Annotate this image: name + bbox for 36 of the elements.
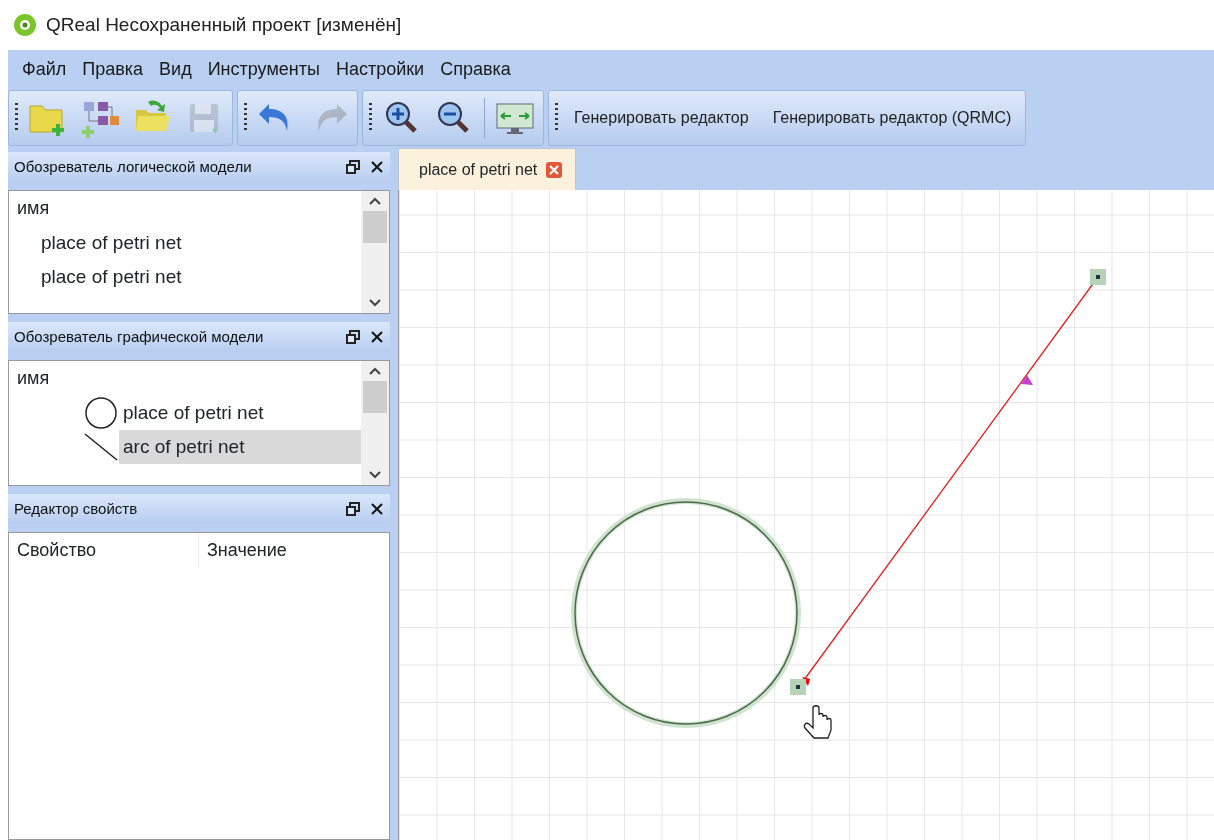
menu-item[interactable]: Правка	[74, 51, 152, 87]
float-icon[interactable]	[346, 330, 360, 344]
close-icon[interactable]	[370, 502, 384, 516]
tree-item[interactable]: arc of petri net	[119, 430, 361, 464]
app-logo-icon	[12, 12, 38, 38]
scroll-thumb[interactable]	[363, 381, 387, 413]
tree-item[interactable]: place of petri net	[17, 226, 361, 260]
circle-icon	[83, 396, 119, 430]
editor-tab[interactable]: place of petri net	[398, 148, 577, 190]
window-title: QReal Несохраненный проект [изменён]	[46, 12, 402, 37]
menu-item[interactable]: Настройки	[327, 51, 433, 87]
scroll-thumb[interactable]	[363, 211, 387, 243]
scrollbar[interactable]	[361, 191, 389, 313]
hand-cursor-icon	[803, 705, 832, 739]
panel-title: Обозреватель логической модели	[14, 156, 253, 177]
panel-title: Редактор свойств	[14, 498, 139, 519]
panel-title: Обозреватель графической модели	[14, 326, 265, 347]
column-header: имя	[16, 367, 51, 390]
menu-item[interactable]: Вид	[151, 51, 200, 87]
tree-item[interactable]: place of petri net	[119, 396, 361, 430]
menu-item[interactable]: Инструменты	[199, 51, 328, 87]
float-icon[interactable]	[346, 502, 360, 516]
place-node[interactable]	[571, 498, 801, 728]
close-icon[interactable]	[370, 330, 384, 344]
scrollbar[interactable]	[361, 361, 389, 485]
line-icon	[83, 430, 119, 464]
menu-item[interactable]: Справка	[432, 51, 519, 87]
column-header: Свойство	[9, 533, 199, 568]
column-header: имя	[16, 197, 51, 220]
generate-button[interactable]: Генерировать редактор (QRMC)	[764, 102, 1020, 134]
generate-button[interactable]: Генерировать редактор	[566, 102, 757, 134]
float-icon[interactable]	[346, 160, 360, 174]
menu-item[interactable]: Файл	[14, 51, 75, 87]
close-icon[interactable]	[370, 160, 384, 174]
column-header: Значение	[206, 539, 288, 562]
tree-item[interactable]: place of petri net	[17, 260, 361, 294]
